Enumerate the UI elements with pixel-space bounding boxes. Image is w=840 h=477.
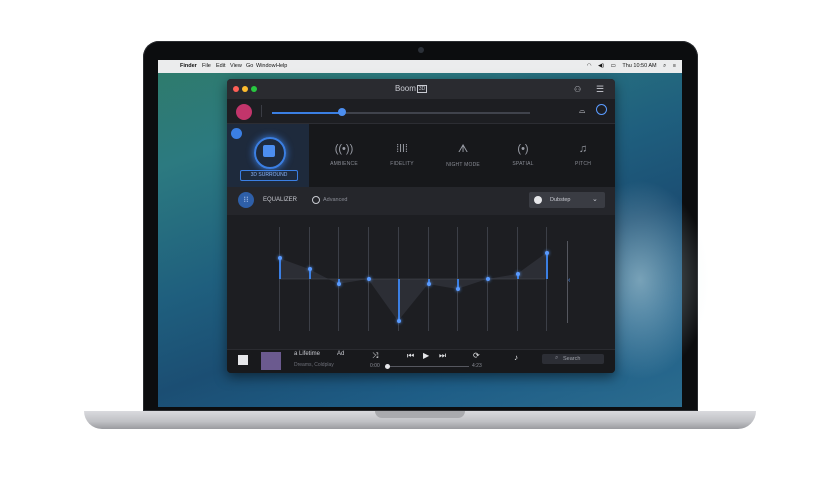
- account-icon[interactable]: ⚇: [574, 85, 581, 94]
- equalizer-label: EQUALIZER: [263, 197, 298, 203]
- progress-knob[interactable]: [385, 364, 390, 369]
- equalizer-icon[interactable]: ⁝⁝: [238, 192, 254, 208]
- menu-edit[interactable]: Edit: [216, 63, 225, 70]
- app-title: Boom 3D: [395, 84, 428, 93]
- eq-band-knob[interactable]: [277, 256, 282, 260]
- eq-band-knob[interactable]: [515, 272, 520, 276]
- fidelity-icon: ⁞ǀǀ⁞: [396, 143, 408, 155]
- menu-finder[interactable]: Finder: [180, 63, 197, 70]
- chevron-down-icon: ⌄: [592, 196, 598, 203]
- status-area: ◠ ◀) ▭ Thu 10:50 AM ⌕ ≡: [582, 63, 676, 70]
- effect-fidelity[interactable]: ⁞ǀǀ⁞ FIDELITY: [372, 124, 432, 187]
- track-title: a Lifetime: [294, 351, 321, 357]
- effect-ambience[interactable]: ((•)) AMBIENCE: [314, 124, 374, 187]
- album-art[interactable]: [261, 352, 281, 370]
- menubar-clock[interactable]: Thu 10:50 AM: [622, 63, 656, 69]
- menu-go[interactable]: Go: [246, 63, 253, 70]
- track-artist: Dreams, Coldplay: [294, 362, 334, 368]
- menu-file[interactable]: File: [202, 63, 211, 70]
- divider: [261, 105, 262, 117]
- preset-icon: [534, 196, 542, 204]
- effect-night-mode[interactable]: ᗑ NIGHT MODE: [433, 124, 493, 187]
- time-elapsed: 0:00: [370, 363, 380, 369]
- headphones-icon[interactable]: ⌓: [579, 106, 585, 116]
- camera: [418, 47, 424, 53]
- maximize-button[interactable]: [251, 86, 257, 92]
- menu-window[interactable]: Window: [256, 63, 276, 70]
- surround-label[interactable]: 3D SURROUND: [240, 170, 298, 181]
- next-icon[interactable]: ⏭: [439, 352, 446, 360]
- search-icon: ⌕: [555, 355, 559, 361]
- play-icon[interactable]: ▶: [423, 352, 429, 360]
- effect-spatial[interactable]: (•) SPATIAL: [493, 124, 553, 187]
- volume-slider-fill: [272, 112, 342, 114]
- eq-band-track[interactable]: [309, 227, 310, 331]
- eq-band-knob[interactable]: [366, 277, 371, 281]
- time-total: 4:23: [472, 363, 482, 369]
- notification-icon[interactable]: ≡: [673, 63, 676, 69]
- volume-slider-knob[interactable]: [338, 108, 346, 116]
- spatial-icon: (•): [517, 143, 529, 155]
- ambience-icon: ((•)): [334, 143, 354, 155]
- close-button[interactable]: [233, 86, 239, 92]
- laptop-notch: [375, 411, 465, 418]
- mac-menubar: Finder File Edit View Go Window Help ◠ ◀…: [158, 60, 682, 73]
- surround-toggle-icon[interactable]: [231, 128, 242, 139]
- search-label[interactable]: Search: [563, 356, 580, 362]
- repeat-icon[interactable]: ⟳: [473, 352, 480, 360]
- boom-logo-icon[interactable]: [236, 104, 252, 120]
- menu-view[interactable]: View: [230, 63, 242, 70]
- eq-band-knob[interactable]: [396, 319, 401, 323]
- menu-help[interactable]: Help: [276, 63, 287, 70]
- shuffle-icon[interactable]: ⤨: [372, 352, 378, 360]
- equalizer-view-icon[interactable]: ♪: [514, 354, 518, 362]
- spotlight-icon[interactable]: ⌕: [663, 63, 666, 69]
- progress-track[interactable]: [385, 366, 469, 367]
- preamp-knob[interactable]: ‹: [568, 277, 570, 284]
- wifi-icon[interactable]: ◠: [587, 63, 592, 69]
- device-output-icon[interactable]: [596, 104, 607, 115]
- advanced-radio[interactable]: [312, 196, 320, 204]
- speaker-icon: [263, 145, 275, 157]
- minimize-button[interactable]: [242, 86, 248, 92]
- effect-pitch[interactable]: ♫ PITCH: [553, 124, 613, 187]
- eq-band-track[interactable]: [546, 227, 547, 331]
- battery-icon[interactable]: ▭: [611, 63, 616, 69]
- night-mode-icon: ᗑ: [457, 143, 469, 155]
- advanced-label[interactable]: Advanced: [323, 197, 347, 203]
- previous-icon[interactable]: ⏮: [407, 352, 414, 360]
- eq-band-knob[interactable]: [336, 282, 341, 286]
- boom-window: Boom 3D ⚇ ☰ ⌓ 3D SURROUND ((•)) AMBIENCE …: [227, 79, 615, 373]
- eq-band-track[interactable]: [517, 227, 518, 331]
- volume-icon[interactable]: ◀): [598, 63, 604, 69]
- title-badge: 3D: [416, 85, 428, 93]
- eq-band-knob[interactable]: [485, 277, 490, 281]
- eq-band-knob[interactable]: [426, 282, 431, 286]
- eq-curve: [279, 253, 546, 321]
- ad-badge: Ad: [337, 351, 345, 357]
- eq-band-level: [278, 258, 281, 279]
- eq-band-track[interactable]: [279, 227, 280, 331]
- eq-band-knob[interactable]: [307, 267, 312, 271]
- eq-band-knob[interactable]: [544, 251, 549, 255]
- eq-band-level: [397, 279, 400, 321]
- menu-icon[interactable]: ☰: [596, 84, 604, 95]
- eq-band-level: [545, 253, 548, 279]
- preset-value: Dubstep: [550, 197, 571, 203]
- library-icon[interactable]: [238, 355, 248, 365]
- pitch-icon: ♫: [578, 143, 588, 155]
- eq-band-knob[interactable]: [455, 287, 460, 291]
